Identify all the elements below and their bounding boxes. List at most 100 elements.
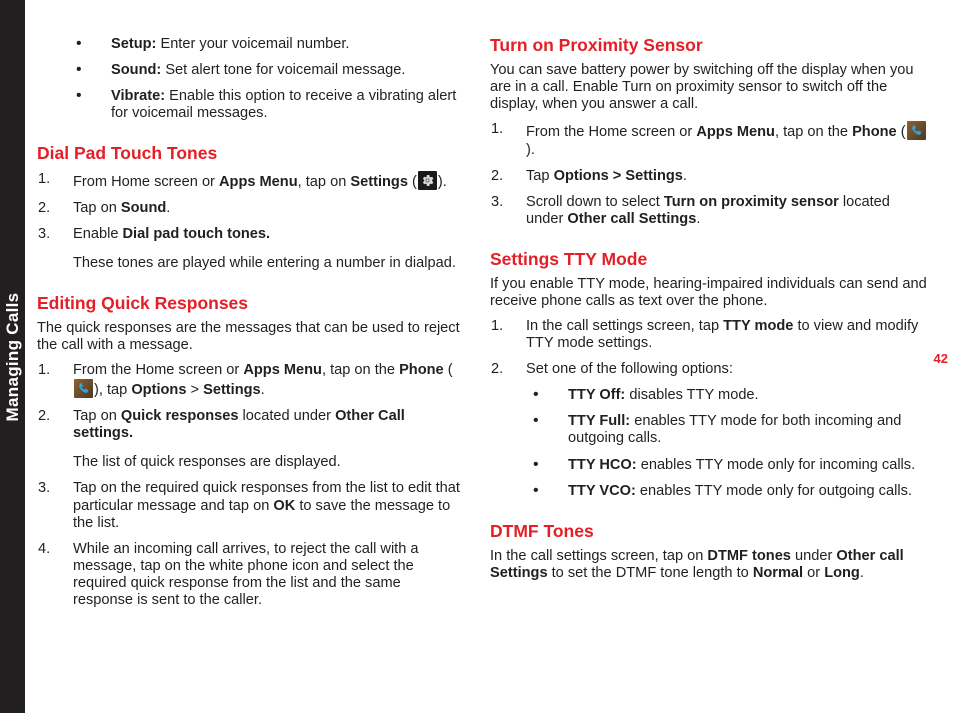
emphasis-settings: Settings <box>350 173 408 190</box>
list-item: 3. Enable Dial pad touch tones. <box>37 226 462 243</box>
emphasis-apps-menu: Apps Menu <box>243 362 322 379</box>
step-text: . <box>696 210 701 227</box>
step-number: 3. <box>38 480 51 497</box>
quick-responses-intro: The quick responses are the messages tha… <box>37 320 460 354</box>
option-text: Enter your voicemail number. <box>156 36 350 52</box>
list-item-note: The list of quick responses are displaye… <box>37 454 462 471</box>
emphasis-dtmf-tones: DTMF tones <box>707 547 791 564</box>
section-heading-settings-tty-mode: Settings TTY Mode <box>490 248 648 269</box>
emphasis-tty-mode: TTY mode <box>723 318 794 335</box>
step-text: located under <box>238 408 336 425</box>
step-text: In the call settings screen, tap <box>526 318 724 335</box>
emphasis-options: Options <box>131 382 187 399</box>
gear-icon <box>417 170 437 190</box>
step-text: . <box>166 199 171 216</box>
list-item: 2. Tap on Sound. <box>37 200 462 217</box>
emphasis-sound: Sound <box>120 199 167 216</box>
step-number: 2. <box>38 199 51 216</box>
bullet-icon: • <box>533 412 539 430</box>
step-text: ). <box>437 173 447 190</box>
step-number: 3. <box>491 193 504 210</box>
bullet-icon: • <box>533 455 539 473</box>
step-text: , tap on <box>297 173 351 190</box>
phone-icon <box>906 121 926 141</box>
emphasis-settings: Settings <box>203 382 261 399</box>
right-column: Turn on Proximity Sensor You can save ba… <box>490 35 930 590</box>
proximity-steps: 1. From the Home screen or Apps Menu, ta… <box>490 121 930 227</box>
step-text: . <box>682 167 687 184</box>
list-item: • TTY VCO: enables TTY mode only for out… <box>490 481 930 500</box>
step-text: Tap on <box>73 199 121 216</box>
list-item-note: These tones are played while entering a … <box>37 255 462 272</box>
emphasis-apps-menu: Apps Menu <box>218 173 298 190</box>
step-number: 2. <box>38 408 51 425</box>
section-heading-editing-quick-responses: Editing Quick Responses <box>37 292 249 313</box>
list-item: • TTY Full: enables TTY mode for both in… <box>490 412 930 447</box>
emphasis-apps-menu: Apps Menu <box>696 124 775 141</box>
step-text: Enable <box>73 225 123 242</box>
list-item: 3. Tap on the required quick responses f… <box>37 480 462 531</box>
dtmf-text: to set the DTMF tone length to <box>547 564 753 581</box>
option-term: TTY VCO: <box>568 482 636 499</box>
list-item: 3. Scroll down to select Turn on proximi… <box>490 194 930 228</box>
emphasis-normal: Normal <box>752 564 804 581</box>
section-heading-turn-on-proximity-sensor: Turn on Proximity Sensor <box>490 35 703 55</box>
step-text: Set one of the following options: <box>526 361 733 378</box>
quick-responses-steps: 1. From the Home screen or Apps Menu, ta… <box>37 362 462 609</box>
step-text: From the Home screen or <box>526 124 697 141</box>
voicemail-options-list: • Setup: Enter your voicemail number. • … <box>37 35 462 122</box>
bullet-icon: • <box>533 386 539 404</box>
option-text: enables TTY mode only for incoming calls… <box>636 456 916 473</box>
step-text: From the Home screen or <box>73 362 244 379</box>
step-number: 1. <box>491 318 504 335</box>
list-item: • Sound: Set alert tone for voicemail me… <box>37 61 462 79</box>
tty-steps: 1. In the call settings screen, tap TTY … <box>490 318 930 378</box>
list-item: • Setup: Enter your voicemail number. <box>37 35 462 53</box>
step-text: ( <box>407 173 417 190</box>
list-item: 2. Set one of the following options: <box>490 361 930 378</box>
list-item: 1. In the call settings screen, tap TTY … <box>490 318 930 352</box>
emphasis-options-settings: Options > Settings <box>553 167 683 184</box>
option-term: Setup: <box>111 36 157 52</box>
step-note-text: The list of quick responses are displaye… <box>73 454 341 471</box>
list-item: • TTY HCO: enables TTY mode only for inc… <box>490 455 930 474</box>
page-number: 42 <box>933 351 948 366</box>
step-text: > <box>186 382 204 399</box>
option-term: Sound: <box>111 62 162 79</box>
step-number: 1. <box>38 362 51 379</box>
list-item: 1. From Home screen or Apps Menu, tap on… <box>37 170 462 191</box>
bullet-icon: • <box>76 35 82 52</box>
step-text: , tap on the <box>774 124 853 141</box>
emphasis-phone: Phone <box>852 124 897 141</box>
step-text: Tap on <box>73 408 121 425</box>
step-number: 3. <box>38 225 51 242</box>
step-number: 1. <box>491 121 504 138</box>
tty-options-list: • TTY Off: disables TTY mode. • TTY Full… <box>490 386 930 500</box>
step-text: Scroll down to select <box>526 193 664 210</box>
step-text: ). <box>526 141 535 158</box>
step-number: 4. <box>38 540 51 557</box>
emphasis-long: Long <box>824 564 860 581</box>
emphasis-quick-responses: Quick responses <box>120 408 239 425</box>
phone-icon <box>74 379 93 399</box>
option-term: TTY Full: <box>568 413 631 430</box>
step-note-text: These tones are played while entering a … <box>73 254 456 271</box>
emphasis-other-call-settings: Other call Settings <box>567 210 697 227</box>
dtmf-text: . <box>859 564 864 581</box>
manual-page: Managing Calls 42 • Setup: Enter your vo… <box>0 0 968 713</box>
list-item: • TTY Off: disables TTY mode. <box>490 386 930 404</box>
emphasis-dial-pad-touch-tones: Dial pad touch tones. <box>122 225 271 242</box>
bullet-icon: • <box>533 481 539 499</box>
step-text: . <box>260 382 265 399</box>
option-term: TTY Off: <box>568 387 626 404</box>
step-text: ( <box>896 124 906 141</box>
emphasis-turn-on-proximity-sensor: Turn on proximity sensor <box>663 193 839 210</box>
option-term: Vibrate: <box>111 88 166 105</box>
chapter-side-tab: Managing Calls <box>0 0 25 713</box>
tty-intro: If you enable TTY mode, hearing-impaired… <box>490 276 927 310</box>
list-item: 1. From the Home screen or Apps Menu, ta… <box>490 121 930 158</box>
list-item: 2. Tap Options > Settings. <box>490 168 930 185</box>
option-term: TTY HCO: <box>568 456 637 473</box>
dtmf-text: or <box>803 564 825 581</box>
dial-pad-steps: 1. From Home screen or Apps Menu, tap on… <box>37 170 462 272</box>
